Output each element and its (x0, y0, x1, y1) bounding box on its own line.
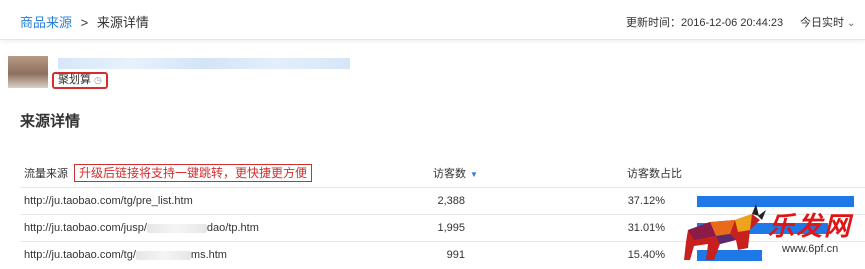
watermark-url: www.6pf.cn (782, 243, 839, 255)
realtime-label: 今日实时 (800, 17, 844, 29)
sort-desc-icon[interactable]: ▼ (470, 170, 478, 179)
breadcrumb-current: 来源详情 (96, 15, 149, 30)
clock-icon: ◷ (94, 75, 102, 85)
product-thumbnail[interactable] (8, 56, 48, 88)
ratio-value: 37.12% (627, 195, 665, 207)
realtime-dropdown[interactable]: 今日实时 ⌄ (800, 14, 855, 30)
product-info: 聚划算 ◷ (0, 50, 865, 92)
product-title-blurred (58, 58, 350, 69)
breadcrumb: 商品来源 > 来源详情 (20, 12, 149, 31)
update-time: 更新时间：2016-12-06 20:44:23 (626, 17, 784, 29)
ratio-value: 31.01% (627, 222, 665, 234)
source-url-text: http://ju.taobao.com/jusp/ (24, 222, 147, 234)
col-visitors-label: 访客数 (433, 168, 466, 180)
tag-label: 聚划算 (58, 74, 91, 86)
bull-logo-icon (684, 204, 766, 260)
redacted-text (135, 250, 191, 260)
source-url-text: http://ju.taobao.com/tg/ (24, 249, 136, 261)
col-visitor-ratio-header: 访客数占比 (627, 168, 682, 180)
watermark-brand: 乐发网 (768, 212, 853, 242)
visitors-value: 1,995 (437, 222, 465, 234)
ratio-value: 15.40% (627, 249, 665, 261)
upgrade-notice: 升级后链接将支持一键跳转，更快捷更方便 (74, 164, 313, 182)
juhuasuan-tag: 聚划算 ◷ (52, 72, 108, 89)
breadcrumb-separator: > (80, 15, 89, 30)
source-url-link[interactable]: http://ju.taobao.com/jusp/dao/tp.htm (24, 222, 259, 234)
section-title: 来源详情 (20, 113, 81, 130)
visitors-value: 2,388 (437, 195, 465, 207)
watermark: 乐发网 www.6pf.cn (680, 200, 865, 269)
breadcrumb-parent-link[interactable]: 商品来源 (20, 15, 72, 30)
col-visitors-header[interactable]: 访客数 ▼ (433, 165, 478, 181)
source-url-link[interactable]: http://ju.taobao.com/tg/pre_list.htm (24, 195, 193, 207)
source-url-text: http://ju.taobao.com/tg/pre_list.htm (24, 195, 193, 207)
top-bar: 商品来源 > 来源详情 更新时间：2016-12-06 20:44:23 今日实… (0, 0, 865, 40)
redacted-text (146, 223, 207, 233)
col-source-header: 流量来源 (24, 168, 68, 180)
source-url-link[interactable]: http://ju.taobao.com/tg/ms.htm (24, 249, 227, 261)
chevron-down-icon: ⌄ (847, 18, 856, 29)
visitors-value: 991 (446, 249, 465, 261)
table-header: 流量来源 升级后链接将支持一键跳转，更快捷更方便 访客数 ▼ 访客数占比 (20, 155, 865, 187)
